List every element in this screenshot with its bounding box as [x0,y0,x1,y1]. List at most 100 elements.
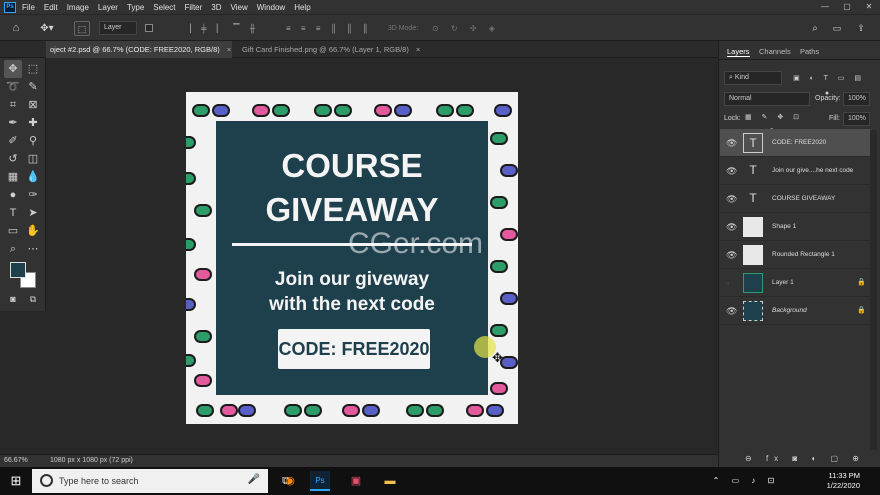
show-transform-checkbox[interactable] [145,24,153,32]
search-icon[interactable]: ⌕ [808,21,822,36]
clock-date: 1/22/2020 [826,481,860,490]
layer-row-layer-1[interactable]: ▫ Layer 1 🔒 [720,269,871,297]
visibility-eye-icon[interactable]: 👁 [726,194,737,205]
crop-tool-icon[interactable]: ⌗ [4,96,22,114]
hidden-eye-icon[interactable]: ▫ [726,278,729,288]
layer-row-title[interactable]: 👁 T COURSE GIVEAWAY [720,185,871,213]
zoom-level[interactable]: 66.67% [4,457,28,464]
foreground-color-swatch[interactable] [10,262,26,278]
lasso-tool-icon[interactable]: ➰ [4,78,22,96]
eyedropper-tool-icon[interactable]: ✒ [4,114,22,132]
maximize-button[interactable]: ▢ [836,0,858,14]
image-thumbnail [743,301,763,321]
clone-stamp-icon[interactable]: ⚲ [24,132,42,150]
tab-gift-card[interactable]: Gift Card Finished.png @ 66.7% (Layer 1,… [238,41,438,58]
workspace-icon[interactable]: ▭ [830,21,844,36]
distribute-icons[interactable]: ≡ ≡ ≡ ║ ║ ║ [284,21,374,36]
menu-help[interactable]: Help [294,3,310,12]
layer-row-background[interactable]: 👁 Background 🔒 [720,297,871,325]
close-tab-icon[interactable]: × [227,45,231,54]
visibility-eye-icon[interactable]: 👁 [726,222,737,233]
auto-select-toggle[interactable]: ⬚ [74,21,90,36]
text-layer-icon: T [749,163,757,177]
layer-row-rounded-rect[interactable]: 👁 Rounded Rectangle 1 [720,241,871,269]
layer-footer-icons[interactable]: ⊖ fx ◙ ◐ ▢ ⊕ 🗑 [735,451,875,478]
type-tool-icon[interactable]: T [4,204,22,222]
more-tools-icon[interactable]: ⋯ [24,240,42,258]
menu-type[interactable]: Type [127,3,144,12]
menu-view[interactable]: View [231,3,248,12]
document-size[interactable]: 1080 px x 1080 px (72 ppi) [50,457,133,464]
blend-mode-dropdown[interactable]: Normal [724,92,810,106]
layer-row-code[interactable]: 👁 T CODE: FREE2020 [720,129,871,157]
tab-layers[interactable]: Layers [727,47,750,57]
auto-select-target-dropdown[interactable]: Layer [99,21,137,35]
photoshop-taskbar-icon[interactable]: Ps [310,471,330,491]
frame-tool-icon[interactable]: ⊠ [24,96,42,114]
microphone-icon[interactable]: 🎤 [248,474,260,485]
layer-row-join[interactable]: 👁 T Join our give....he next code [720,157,871,185]
history-brush-icon[interactable]: ↺ [4,150,22,168]
healing-brush-icon[interactable]: ✚ [24,114,42,132]
kind-filter-dropdown[interactable]: ⌕ Kind [724,71,782,85]
visibility-eye-icon[interactable]: 👁 [726,306,737,317]
screen-mode-icon[interactable]: ⧉ [24,290,42,308]
system-tray-icons[interactable]: ⌃ ▭ ♪ ⊡ [706,471,786,491]
fill-input[interactable]: 100% [843,112,870,126]
share-icon[interactable]: ⇪ [852,21,870,36]
gradient-tool-icon[interactable]: ▦ [4,168,22,186]
menu-file[interactable]: File [22,3,35,12]
dodge-tool-icon[interactable]: ● [4,186,22,204]
opacity-input[interactable]: 100% [843,92,870,106]
path-select-icon[interactable]: ➤ [24,204,42,222]
marquee-tool-icon[interactable]: ⬚ [24,60,42,78]
layer-name: Layer 1 [772,279,794,286]
layer-filter-icons[interactable]: ▣ ◐ T ▭ ▤ ● [789,71,869,97]
close-tab-icon[interactable]: × [416,45,420,54]
quick-mask-icon[interactable]: ◙ [4,290,22,308]
menu-layer[interactable]: Layer [98,3,118,12]
menu-select[interactable]: Select [153,3,175,12]
shape-tool-icon[interactable]: ▭ [4,222,22,240]
visibility-eye-icon[interactable]: 👁 [726,250,737,261]
blur-tool-icon[interactable]: 💧 [24,168,42,186]
minimize-button[interactable]: — [814,0,836,14]
visibility-eye-icon[interactable]: 👁 [726,166,737,177]
brush-tool-icon[interactable]: ✐ [4,132,22,150]
menu-filter[interactable]: Filter [185,3,203,12]
document-tabs: oject #2.psd @ 66.7% (CODE: FREE2020, RG… [0,41,718,58]
hand-tool-icon[interactable]: ✋ [24,222,42,240]
quick-select-tool-icon[interactable]: ✎ [24,78,42,96]
move-tool-preset-icon[interactable]: ✥▾ [36,21,58,36]
visibility-eye-icon[interactable]: 👁 [726,138,737,149]
align-icons[interactable]: ▕ ╪ ▏ ▔ ╫ ▁ [177,21,267,48]
move-cursor-icon: ✥ [492,350,503,365]
windows-start-icon[interactable]: ⊞ [6,471,26,491]
home-icon[interactable]: ⌂ [8,21,24,36]
menu-3d[interactable]: 3D [211,3,221,12]
3d-mode-icons[interactable]: ⊙ ↻ ✣ ◈ ■ [426,21,506,48]
file-explorer-icon[interactable]: ▬ [380,471,400,491]
menu-window[interactable]: Window [257,3,285,12]
tab-channels[interactable]: Channels [759,47,791,56]
pen-tool-icon[interactable]: ✑ [24,186,42,204]
photoshop-logo-icon[interactable]: Ps [4,1,16,13]
menu-edit[interactable]: Edit [44,3,58,12]
shape-thumbnail [743,245,763,265]
layer-name: Rounded Rectangle 1 [772,251,835,258]
taskbar-search-box[interactable]: Type here to search 🎤 [32,469,268,493]
move-tool-icon[interactable]: ✥ [4,60,22,78]
taskbar-clock[interactable]: 11:33 PM 1/22/2020 [827,471,860,491]
firefox-icon[interactable]: ◉ [280,471,300,491]
close-button[interactable]: ✕ [858,0,880,14]
shape-thumbnail [743,217,763,237]
menu-image[interactable]: Image [67,3,89,12]
tab-project-2[interactable]: oject #2.psd @ 66.7% (CODE: FREE2020, RG… [46,41,232,58]
layer-row-shape-1[interactable]: 👁 Shape 1 [720,213,871,241]
lock-icons[interactable]: ▦ ✎ ✥ ⊡ 🔒 [743,110,805,136]
app-icon[interactable]: ▣ [346,471,366,491]
eraser-tool-icon[interactable]: ◫ [24,150,42,168]
tab-paths[interactable]: Paths [800,47,819,56]
layers-scrollbar[interactable] [870,130,877,450]
zoom-tool-icon[interactable]: ⌕ [4,240,22,258]
